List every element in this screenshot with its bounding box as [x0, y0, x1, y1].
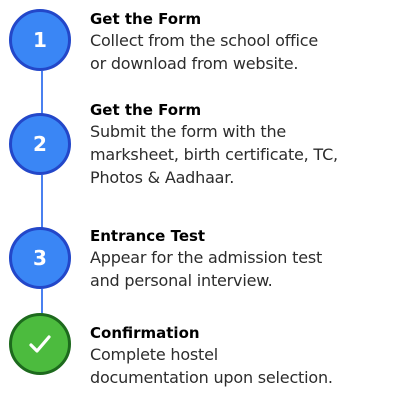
step-description-line: and personal interview. [90, 271, 273, 290]
step-title: Get the Form [90, 101, 202, 119]
timeline-connector [41, 71, 43, 115]
step-title: Entrance Test [90, 227, 206, 245]
step-number: 2 [33, 132, 47, 156]
step-item: Confirmation Complete hostel documentati… [90, 323, 408, 389]
step-number: 3 [33, 246, 47, 270]
step-title: Confirmation [90, 324, 200, 342]
step-description: Appear for the admission test and person… [90, 246, 408, 292]
step-description-line: Appear for the admission test [90, 248, 323, 267]
step-description-line: Complete hostel [90, 345, 219, 364]
step-number-badge: 1 [9, 9, 71, 71]
step-item: Get the Form Collect from the school off… [90, 9, 408, 75]
step-description: Complete hostel documentation upon selec… [90, 343, 408, 389]
admission-steps-timeline: 1 Get the Form Collect from the school o… [0, 0, 408, 403]
step-title: Get the Form [90, 10, 202, 28]
step-description: Collect from the school office or downlo… [90, 29, 408, 75]
timeline-connector [41, 289, 43, 315]
step-description-line: or download from website. [90, 54, 299, 73]
step-description-line: marksheet, birth certificate, TC, [90, 145, 338, 164]
step-number-badge: 3 [9, 227, 71, 289]
step-number: 1 [33, 28, 47, 52]
step-description-line: Collect from the school office [90, 31, 319, 50]
step-description: Submit the form with the marksheet, birt… [90, 120, 408, 189]
step-number-badge: 2 [9, 113, 71, 175]
timeline-connector [41, 175, 43, 229]
step-description-line: Photos & Aadhaar. [90, 168, 235, 187]
step-description-line: documentation upon selection. [90, 368, 333, 387]
check-icon [29, 335, 51, 353]
step-item: Get the Form Submit the form with the ma… [90, 100, 408, 189]
step-item: Entrance Test Appear for the admission t… [90, 226, 408, 292]
step-description-line: Submit the form with the [90, 122, 287, 141]
step-complete-badge [9, 313, 71, 375]
